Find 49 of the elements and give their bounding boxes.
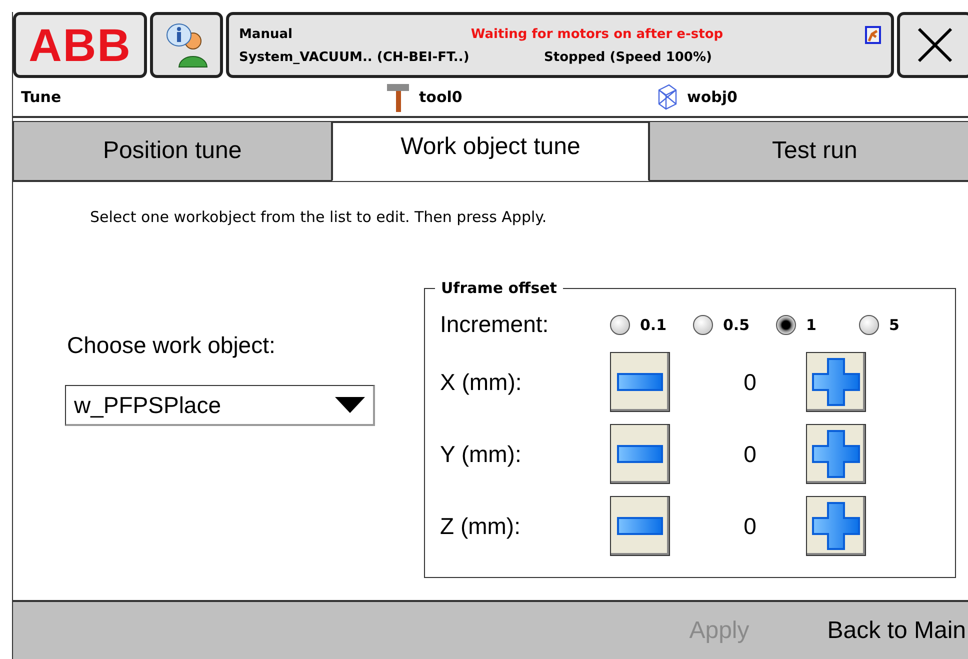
increase-button[interactable] (806, 352, 866, 412)
decrease-button[interactable] (610, 496, 670, 556)
close-button[interactable] (897, 12, 968, 78)
work-object-label: Choose work object: (67, 332, 276, 359)
work-object-name: wobj0 (687, 88, 738, 106)
run-state: Stopped (Speed 100%) (544, 50, 712, 64)
logo-text: ABB (28, 18, 132, 72)
view-title: Tune (20, 88, 62, 106)
axis-label: Y (mm): (440, 440, 522, 468)
info-button[interactable] (150, 12, 223, 78)
radio-label: 0.5 (723, 316, 750, 334)
dropdown-arrow-icon (335, 397, 365, 413)
plus-icon (812, 358, 860, 406)
radio-label: 0.1 (640, 316, 667, 334)
plus-icon (812, 502, 860, 550)
work-object-dropdown[interactable]: w_PFPSPlace (65, 385, 375, 426)
command-button[interactable]: Back to Main (827, 616, 966, 644)
radio-label: 5 (889, 316, 900, 334)
axis-value: 0 (742, 368, 758, 396)
axis-label: Z (mm): (440, 512, 522, 540)
decrease-button[interactable] (610, 424, 670, 484)
radio-button[interactable] (693, 314, 713, 334)
mode-label: Manual (239, 27, 294, 42)
system-name: System_VACUUM.. (CH-BEI-FT..) (239, 50, 470, 64)
increase-button[interactable] (806, 424, 866, 484)
tab[interactable]: Work object tune (332, 121, 650, 181)
logo-button[interactable]: ABB (13, 12, 147, 78)
axis-label: X (mm): (440, 368, 523, 396)
minus-icon (617, 517, 663, 535)
axis-value: 0 (742, 440, 758, 468)
tool-name: tool0 (419, 88, 462, 106)
instruction-text: Select one workobject from the list to edit. Then press Apply. (89, 207, 548, 226)
radio-button[interactable] (859, 314, 879, 334)
decrease-button[interactable] (610, 352, 670, 412)
radio-button[interactable] (610, 314, 630, 334)
increment-label: Increment: (440, 311, 550, 338)
minus-icon (617, 445, 663, 463)
tab[interactable]: Test run (649, 121, 968, 181)
hammer-icon (385, 81, 411, 113)
radio-button[interactable] (776, 314, 796, 334)
minus-icon (617, 373, 663, 391)
increase-button[interactable] (806, 496, 866, 556)
status-panel[interactable]: Manual Waiting for motors on after e-stop System_VACUUM.. (CH-BEI-FT..) Stopped (Speed 100%) (226, 12, 894, 78)
close-icon (915, 25, 955, 65)
status-message: Waiting for motors on after e-stop (470, 27, 724, 42)
plus-icon (812, 430, 860, 478)
tab[interactable]: Position tune (13, 121, 332, 181)
radio-label: 1 (806, 316, 816, 334)
axis-value: 0 (742, 512, 758, 540)
